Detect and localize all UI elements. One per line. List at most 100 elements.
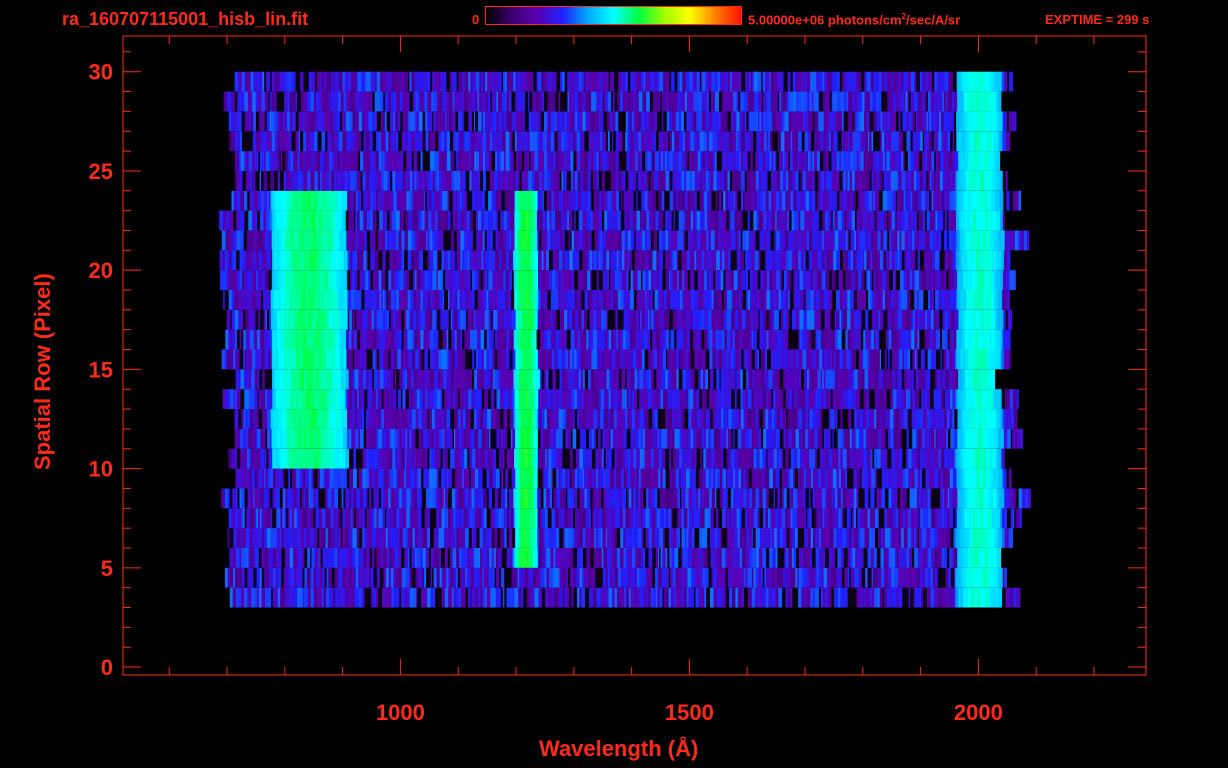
- heatmap-cell: [817, 369, 822, 390]
- heatmap-cell: [310, 528, 315, 548]
- heatmap-cell: [577, 488, 580, 509]
- heatmap-cell: [836, 468, 840, 489]
- heatmap-cell: [245, 270, 249, 290]
- heatmap-cell: [342, 567, 346, 588]
- heatmap-cell: [406, 428, 411, 449]
- heatmap-cell: [918, 548, 922, 568]
- heatmap-cell: [386, 448, 390, 469]
- heatmap-cell: [570, 528, 573, 548]
- heatmap-cell: [792, 309, 797, 330]
- heatmap-cell: [450, 528, 455, 548]
- heatmap-cell: [287, 567, 292, 588]
- heatmap-cell: [315, 488, 319, 509]
- heatmap-cell: [662, 409, 666, 429]
- heatmap-cell: [713, 548, 718, 568]
- heatmap-cell: [343, 428, 348, 449]
- heatmap-cell: [636, 448, 641, 469]
- heatmap-cell: [595, 567, 600, 588]
- heatmap-cell: [620, 548, 624, 568]
- heatmap-cell: [770, 488, 775, 509]
- heatmap-cell: [524, 488, 529, 509]
- heatmap-cell: [538, 290, 542, 310]
- heatmap-cell: [409, 528, 413, 548]
- heatmap-cell: [514, 587, 519, 608]
- heatmap-cell: [778, 587, 783, 608]
- heatmap-cell: [490, 369, 494, 390]
- heatmap-cell: [373, 567, 378, 588]
- heatmap-cell: [317, 389, 321, 409]
- heatmap-cell: [307, 548, 311, 568]
- heatmap-cell: [840, 468, 846, 489]
- heatmap-cell: [245, 309, 249, 330]
- heatmap-cell: [523, 528, 527, 548]
- heatmap-cell: [339, 428, 344, 449]
- heatmap-cell: [452, 548, 457, 568]
- heatmap-cell: [625, 548, 630, 568]
- heatmap-cell: [744, 587, 749, 608]
- heatmap-cell: [593, 329, 598, 350]
- heatmap-cell: [602, 428, 607, 449]
- heatmap-cell: [854, 369, 858, 390]
- heatmap-cell: [968, 488, 972, 509]
- heatmap-cell: [376, 567, 381, 588]
- heatmap-cell: [779, 369, 784, 390]
- heatmap-cell: [280, 270, 285, 290]
- heatmap-cell: [537, 508, 542, 529]
- heatmap-cell: [965, 309, 969, 330]
- heatmap-cell: [693, 508, 697, 529]
- heatmap-cell: [808, 329, 813, 350]
- heatmap-cell: [362, 468, 367, 489]
- heatmap-cell: [727, 428, 732, 449]
- heatmap-cell: [641, 389, 646, 409]
- heatmap-cell: [821, 329, 826, 350]
- heatmap-cell: [360, 329, 364, 350]
- heatmap-cell: [517, 409, 522, 429]
- heatmap-cell: [772, 428, 777, 449]
- heatmap-cell: [937, 349, 941, 370]
- heatmap-cell: [298, 309, 302, 330]
- heatmap-cell: [623, 290, 628, 310]
- heatmap-cell: [962, 528, 967, 548]
- heatmap-cell: [328, 349, 332, 370]
- heatmap-cell: [773, 448, 778, 469]
- heatmap-cell: [420, 428, 424, 449]
- heatmap-cell: [527, 329, 531, 350]
- heatmap-cell: [270, 528, 275, 548]
- heatmap-cell: [502, 290, 506, 310]
- heatmap-cell: [953, 428, 958, 449]
- heatmap-cell: [703, 290, 707, 310]
- heatmap-cell: [672, 448, 676, 469]
- heatmap-cell: [266, 389, 270, 409]
- heatmap-cell: [981, 309, 985, 330]
- heatmap-cell: [507, 329, 511, 350]
- heatmap-cell: [962, 448, 967, 469]
- heatmap-cell: [541, 349, 546, 370]
- heatmap-cell: [508, 448, 513, 469]
- heatmap-cell: [834, 548, 838, 568]
- heatmap-cell: [1016, 587, 1021, 608]
- heatmap-cell: [924, 329, 929, 350]
- heatmap-cell: [751, 468, 756, 489]
- heatmap-cell: [334, 448, 339, 469]
- heatmap-cell: [887, 290, 892, 310]
- heatmap-cell: [528, 349, 532, 370]
- heatmap-cell: [753, 309, 758, 330]
- heatmap-cell: [543, 329, 549, 350]
- heatmap-cell: [288, 349, 293, 370]
- heatmap-cell: [466, 567, 471, 588]
- heatmap-cell: [458, 488, 462, 509]
- heatmap-cell: [553, 448, 557, 469]
- heatmap-cell: [644, 389, 649, 409]
- heatmap-cell: [483, 508, 488, 529]
- heatmap-cell: [523, 409, 527, 429]
- heatmap-cell: [697, 349, 700, 370]
- heatmap-cell: [886, 409, 891, 429]
- heatmap-cell: [402, 369, 406, 390]
- heatmap-cell: [598, 389, 602, 409]
- heatmap-cell: [495, 587, 499, 608]
- heatmap-cell: [331, 488, 335, 509]
- heatmap-cell: [654, 468, 659, 489]
- heatmap-cell: [660, 508, 665, 529]
- heatmap-cell: [418, 567, 423, 588]
- heatmap-cell: [856, 587, 861, 608]
